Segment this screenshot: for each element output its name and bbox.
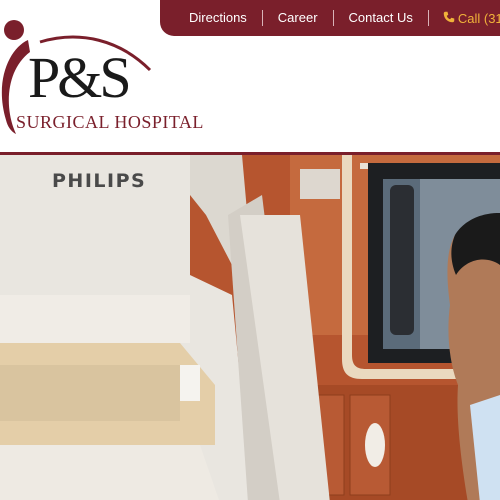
- hospital-logo[interactable]: P&S SURGICAL HOSPITAL: [0, 0, 210, 150]
- call-link[interactable]: Call (318: [429, 11, 500, 26]
- hero-illustration: [0, 155, 500, 500]
- logo-name: SURGICAL HOSPITAL: [16, 112, 204, 132]
- call-label: Call (318: [457, 10, 500, 26]
- nav-career[interactable]: Career: [263, 10, 334, 26]
- hero-image: PHILIPS: [0, 152, 500, 500]
- nav-contact-us[interactable]: Contact Us: [334, 10, 429, 26]
- logo-mark: P&S: [28, 45, 132, 110]
- top-navigation: Directions Career Contact Us Call (318: [160, 0, 500, 36]
- philips-brand-label: PHILIPS: [52, 170, 147, 192]
- phone-icon: [443, 11, 455, 26]
